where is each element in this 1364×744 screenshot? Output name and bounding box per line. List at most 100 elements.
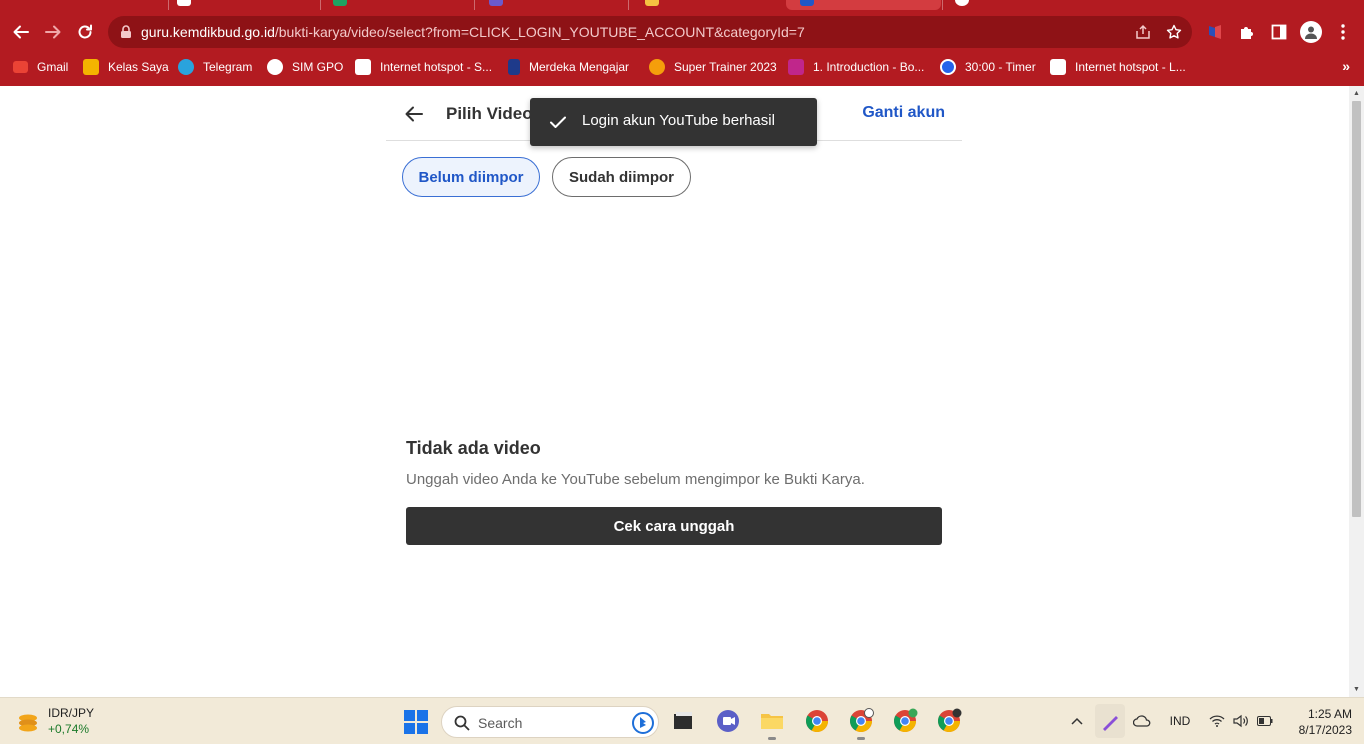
tab[interactable] xyxy=(942,0,1092,10)
empty-state-description: Unggah video Anda ke YouTube sebelum men… xyxy=(406,471,865,488)
lock-icon[interactable] xyxy=(120,25,132,39)
currency-pair: IDR/JPY xyxy=(48,706,95,720)
tab[interactable] xyxy=(628,0,784,10)
tab[interactable] xyxy=(474,0,624,10)
bookmark-label: Super Trainer 2023 xyxy=(674,60,777,74)
merdeka-icon xyxy=(508,59,520,75)
star-icon xyxy=(1166,24,1182,39)
bookmark-merdeka-mengajar[interactable]: Merdeka Mengajar xyxy=(508,58,629,76)
reload-icon xyxy=(78,24,92,39)
tab-favicon-icon xyxy=(800,0,814,6)
onedrive-cloud-icon xyxy=(1133,715,1151,727)
taskbar-app[interactable] xyxy=(759,708,785,740)
scroll-up-icon[interactable]: ▲ xyxy=(1352,89,1361,98)
bookmark-label: Internet hotspot - S... xyxy=(380,60,493,74)
side-panel-button[interactable] xyxy=(1269,22,1289,42)
tab-active[interactable] xyxy=(786,0,941,10)
url-host: guru.kemdikbud.go.id xyxy=(141,24,275,40)
page-content: Pilih Video Ganti akun Belum diimpor Sud… xyxy=(0,86,1349,697)
onedrive-tray[interactable] xyxy=(1132,712,1152,730)
clock-date: 8/17/2023 xyxy=(1298,723,1352,737)
share-icon xyxy=(1136,24,1150,39)
show-hidden-icons[interactable] xyxy=(1070,712,1084,730)
currency-widget[interactable]: IDR/JPY +0,74% xyxy=(16,704,126,738)
bookmark-label: SIM GPO xyxy=(292,60,344,74)
taskbar-search[interactable]: Search xyxy=(441,706,659,738)
bookmark-gmail[interactable]: Gmail xyxy=(13,58,68,76)
scroll-thumb[interactable] xyxy=(1352,101,1361,517)
telegram-icon xyxy=(178,59,194,75)
switch-account-link[interactable]: Ganti akun xyxy=(862,104,945,122)
extension-button[interactable] xyxy=(1205,22,1225,42)
running-indicator xyxy=(768,737,776,740)
bookmark-telegram[interactable]: Telegram xyxy=(178,58,252,76)
tab-favicon-icon xyxy=(489,0,503,6)
how-to-upload-button[interactable]: Cek cara unggah xyxy=(406,507,942,545)
taskbar-app[interactable] xyxy=(715,708,741,734)
taskbar-app[interactable] xyxy=(936,708,962,734)
bookmark-hotspot-l[interactable]: Internet hotspot - L... xyxy=(1050,58,1186,76)
back-arrow-icon[interactable] xyxy=(404,104,424,124)
tab-not-imported[interactable]: Belum diimpor xyxy=(402,157,540,197)
side-panel-icon xyxy=(1271,24,1287,40)
page-scrollbar[interactable]: ▲ ▼ xyxy=(1349,86,1364,697)
bookmark-star-button[interactable] xyxy=(1165,23,1183,41)
wifi-tray[interactable] xyxy=(1208,712,1226,730)
profile-button[interactable] xyxy=(1300,21,1322,43)
share-button[interactable] xyxy=(1134,23,1152,41)
bookmark-label: 1. Introduction - Bo... xyxy=(813,60,925,74)
chrome-dev-icon xyxy=(938,708,962,732)
reload-button[interactable] xyxy=(73,20,97,44)
currency-change: +0,74% xyxy=(48,722,90,736)
wifi-icon xyxy=(1209,715,1225,727)
coins-icon xyxy=(19,714,37,732)
gmail-icon xyxy=(13,61,28,73)
forward-button[interactable] xyxy=(41,20,65,44)
bookmark-introduction[interactable]: 1. Introduction - Bo... xyxy=(788,58,924,76)
bookmark-hotspot-s[interactable]: Internet hotspot - S... xyxy=(355,58,492,76)
bookmark-timer[interactable]: 30:00 - Timer xyxy=(940,58,1036,76)
more-bookmarks-button[interactable]: » xyxy=(1342,58,1350,74)
bookmark-super-trainer[interactable]: Super Trainer 2023 xyxy=(649,58,777,76)
tab-imported[interactable]: Sudah diimpor xyxy=(552,157,691,197)
bing-icon[interactable] xyxy=(632,712,654,734)
taskbar-app[interactable] xyxy=(670,708,696,734)
bookmark-label: Internet hotspot - L... xyxy=(1075,60,1186,74)
taskbar-app[interactable] xyxy=(848,708,874,740)
bookmark-kelas-saya[interactable]: Kelas Saya xyxy=(83,58,169,76)
clock-time: 1:25 AM xyxy=(1307,707,1352,721)
scroll-down-icon[interactable]: ▼ xyxy=(1352,685,1361,694)
input-language[interactable]: IND xyxy=(1166,712,1194,730)
extensions-button[interactable] xyxy=(1237,22,1257,42)
pen-icon xyxy=(1103,716,1118,731)
system-clock[interactable]: 1:25 AM 8/17/2023 xyxy=(1284,706,1352,738)
bookmark-label: Telegram xyxy=(203,60,253,74)
folder-icon xyxy=(761,714,783,729)
taskbar-app[interactable] xyxy=(892,708,918,734)
url-path: /bukti-karya/video/select?from=CLICK_LOG… xyxy=(274,24,805,40)
battery-tray[interactable] xyxy=(1256,712,1274,730)
tab[interactable] xyxy=(320,0,470,10)
globe-icon xyxy=(267,59,283,75)
toast-notification: Login akun YouTube berhasil xyxy=(530,98,817,146)
tab[interactable] xyxy=(168,0,318,10)
browser-menu-button[interactable] xyxy=(1333,22,1353,42)
page-title: Pilih Video xyxy=(446,104,533,123)
bookmark-label: Gmail xyxy=(37,60,69,74)
address-bar[interactable]: guru.kemdikbud.go.id/bukti-karya/video/s… xyxy=(108,16,1192,48)
search-placeholder: Search xyxy=(478,715,523,731)
url-text[interactable]: guru.kemdikbud.go.id/bukti-karya/video/s… xyxy=(141,24,805,40)
battery-icon xyxy=(1257,716,1273,726)
windows-start-icon[interactable] xyxy=(404,710,428,734)
back-button[interactable] xyxy=(9,20,33,44)
pen-menu-button[interactable] xyxy=(1095,704,1125,738)
hotspot-icon xyxy=(355,59,371,75)
trainer-icon xyxy=(649,59,665,75)
bookmark-label: Merdeka Mengajar xyxy=(529,60,630,74)
browser-toolbar: guru.kemdikbud.go.id/bukti-karya/video/s… xyxy=(0,10,1364,54)
volume-tray[interactable] xyxy=(1232,712,1250,730)
tab-favicon-icon xyxy=(177,0,191,6)
taskbar-app[interactable] xyxy=(804,708,830,734)
bookmark-label: Kelas Saya xyxy=(108,60,169,74)
bookmark-sim-gpo[interactable]: SIM GPO xyxy=(267,58,343,76)
